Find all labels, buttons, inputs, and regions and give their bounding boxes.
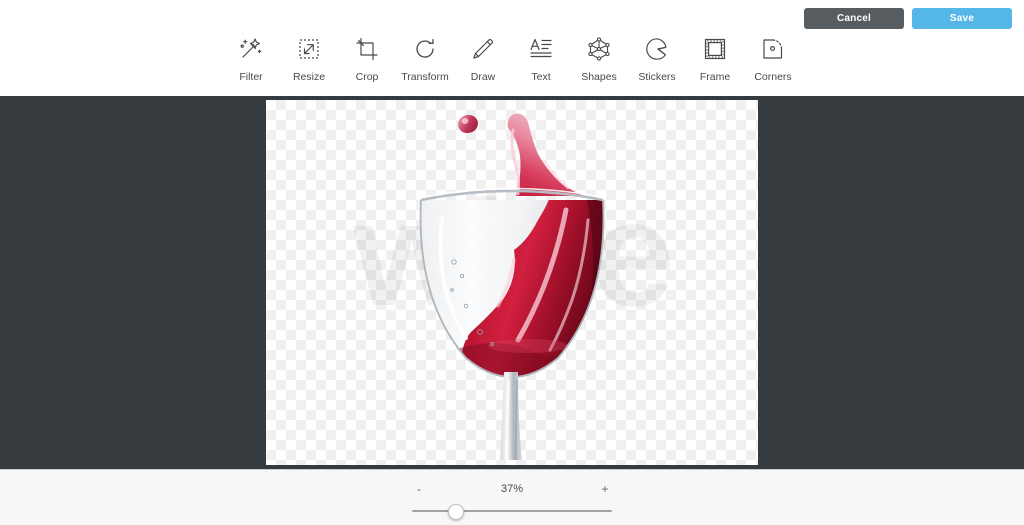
tool-label: Draw [470,71,496,83]
rounded-corner-icon [758,34,788,64]
tool-label: Resize [292,71,326,83]
tool-label: Stickers [638,71,676,83]
image-canvas[interactable]: wine [266,100,758,465]
canvas-stage[interactable]: wine [0,96,1024,469]
pencil-icon [468,34,498,64]
wine-glass-image [266,100,758,465]
image-editor-app: Cancel Save Filter Resize Crop Transform… [0,0,1024,525]
bottom-bar: - 37% + [0,469,1024,525]
tool-label: Crop [355,71,379,83]
zoom-controls: - 37% + [0,482,1024,496]
frame-square-icon [700,34,730,64]
tool-corners[interactable]: Corners [744,34,802,83]
tool-label: Corners [754,71,792,83]
top-bar: Cancel Save Filter Resize Crop Transform… [0,0,1024,96]
crop-icon [352,34,382,64]
zoom-slider[interactable] [412,504,612,520]
tool-shapes[interactable]: Shapes [570,34,628,83]
zoom-level-value: 37% [500,483,524,495]
tool-draw[interactable]: Draw [454,34,512,83]
tool-resize[interactable]: Resize [280,34,338,83]
save-button[interactable]: Save [912,8,1012,29]
cancel-button[interactable]: Cancel [804,8,904,29]
zoom-slider-row [0,504,1024,520]
tool-frame[interactable]: Frame [686,34,744,83]
tool-label: Frame [699,71,731,83]
tool-label: Text [531,71,551,83]
tool-filter[interactable]: Filter [222,34,280,83]
resize-arrow-icon [294,34,324,64]
tool-crop[interactable]: Crop [338,34,396,83]
zoom-out-button[interactable]: - [412,482,426,496]
zoom-slider-thumb[interactable] [448,504,464,520]
tool-transform[interactable]: Transform [396,34,454,83]
rotate-icon [410,34,440,64]
tool-stickers[interactable]: Stickers [628,34,686,83]
editor-toolbar: Filter Resize Crop Transform Draw Text S… [0,34,1024,83]
action-buttons: Cancel Save [804,8,1012,29]
magic-wand-icon [236,34,266,64]
tool-label: Filter [239,71,263,83]
text-lines-icon [526,34,556,64]
zoom-in-button[interactable]: + [598,482,612,496]
tool-label: Shapes [581,71,617,83]
tool-text[interactable]: Text [512,34,570,83]
tool-label: Transform [401,71,449,83]
polygon-nodes-icon [584,34,614,64]
sticker-peel-icon [642,34,672,64]
